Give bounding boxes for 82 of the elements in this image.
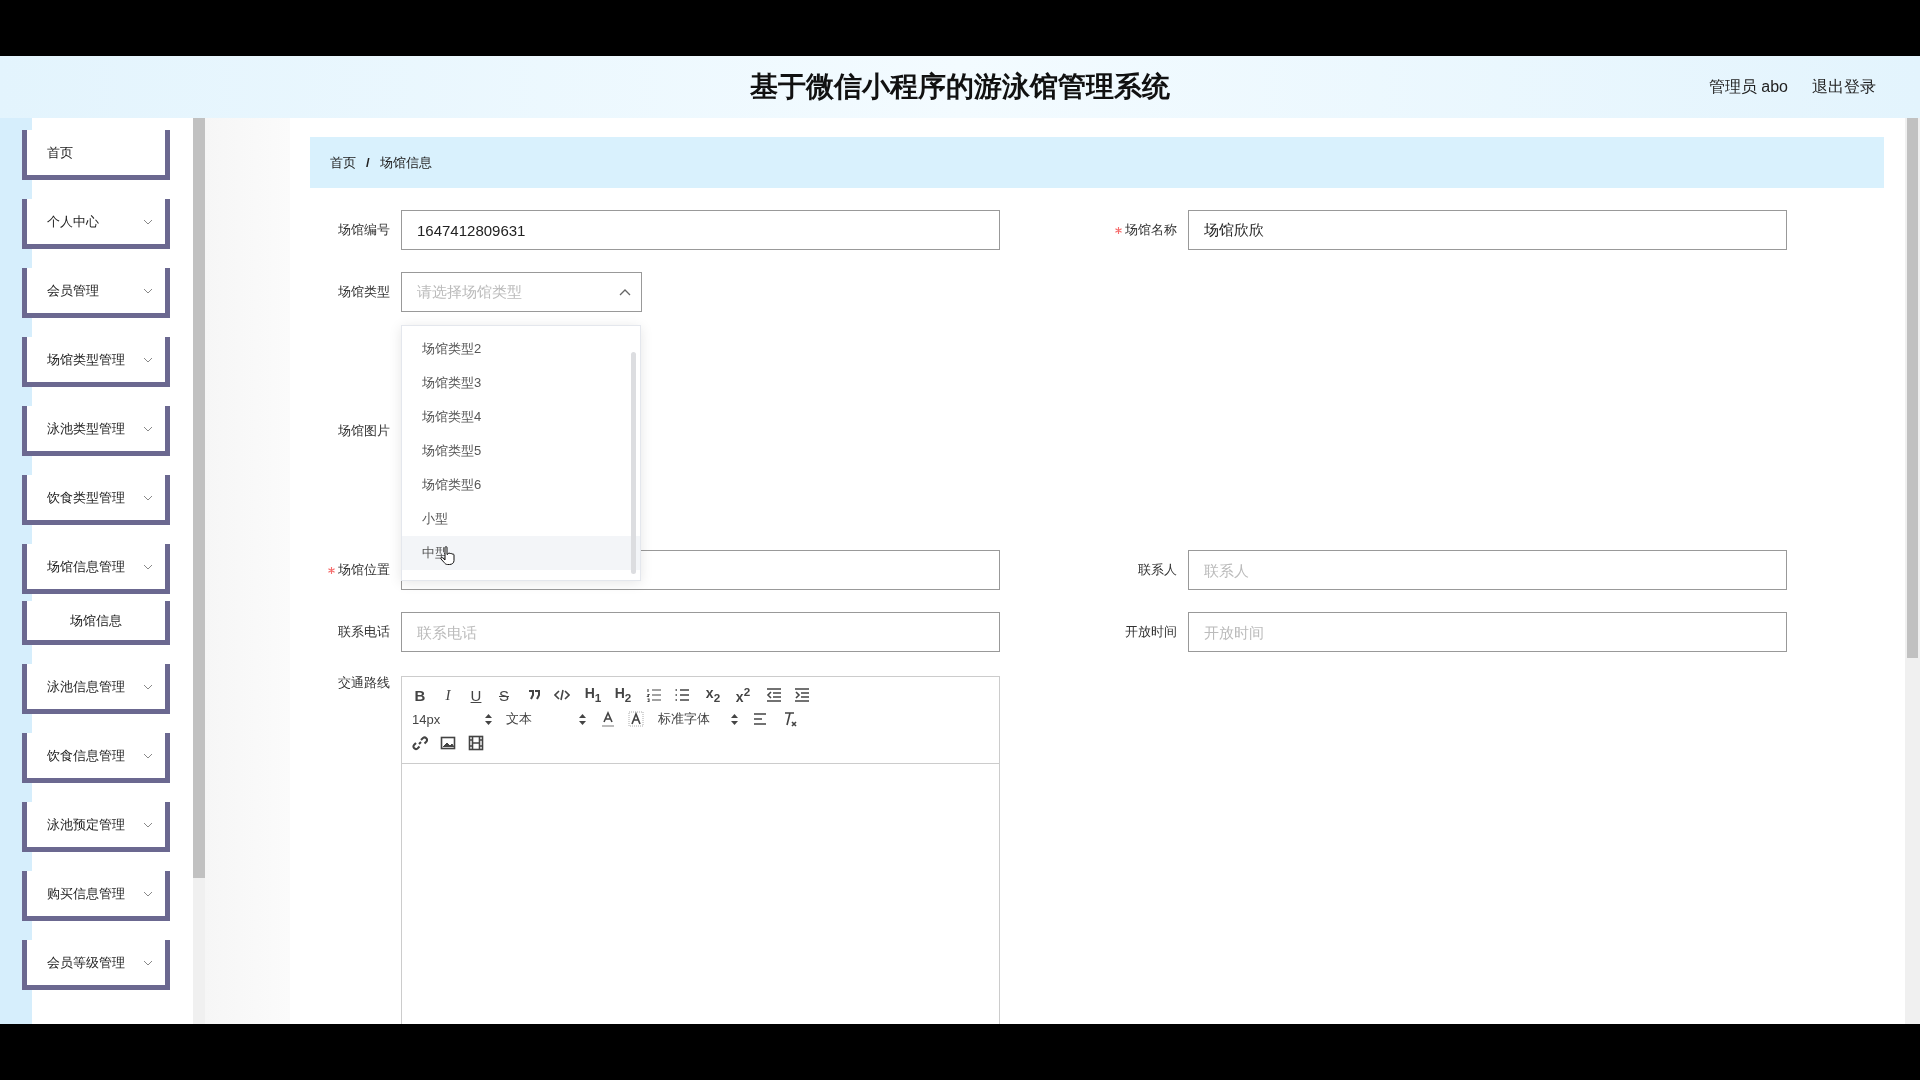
- menu-item[interactable]: 场馆信息管理: [22, 544, 170, 594]
- code-icon[interactable]: [554, 687, 570, 703]
- script-button[interactable]: x$_{2}$: [704, 686, 722, 704]
- chevron-down-icon: [143, 563, 153, 570]
- ordered-list-icon[interactable]: [646, 687, 662, 703]
- chevron-down-icon: [143, 425, 153, 432]
- format-picker[interactable]: 标准字体: [658, 710, 738, 728]
- text-field[interactable]: 联系电话: [401, 612, 1000, 652]
- field-label: 场馆名称: [1125, 221, 1177, 239]
- text-field[interactable]: 联系人: [1188, 550, 1787, 590]
- field-label: 场馆位置: [338, 561, 390, 579]
- breadcrumb-link[interactable]: 场馆信息: [379, 153, 432, 172]
- bold-button[interactable]: B: [412, 687, 428, 703]
- italic-button[interactable]: I: [440, 687, 456, 703]
- bullet-list-icon[interactable]: [674, 687, 690, 703]
- dropdown-option[interactable]: 场馆类型2: [402, 332, 640, 366]
- image-icon[interactable]: [440, 735, 456, 751]
- menu-item[interactable]: 会员等级管理: [22, 940, 170, 990]
- up-down-icon: [579, 713, 586, 725]
- field-label: 交通路线: [338, 674, 390, 692]
- menu-item[interactable]: 泳池信息管理: [22, 664, 170, 714]
- app-title: 基于微信小程序的游泳馆管理系统: [749, 70, 1171, 104]
- link-icon[interactable]: [412, 735, 428, 751]
- chevron-down-icon: [143, 752, 153, 759]
- chevron-down-icon: [143, 683, 153, 690]
- outdent-icon[interactable]: [766, 687, 782, 703]
- dropdown-option[interactable]: 场馆类型3: [402, 366, 640, 400]
- menu-item[interactable]: 个人中心: [22, 199, 170, 249]
- select-placeholder: 请选择场馆类型: [417, 282, 522, 302]
- strikethrough-button[interactable]: S: [496, 687, 512, 703]
- chevron-down-icon: [143, 821, 153, 828]
- menu-item[interactable]: 饮食信息管理: [22, 733, 170, 783]
- scrollbar[interactable]: [1905, 118, 1920, 1024]
- align-left-icon[interactable]: [752, 711, 768, 727]
- dropdown-option[interactable]: 小型: [402, 502, 640, 536]
- film-icon[interactable]: [468, 735, 484, 751]
- chevron-down-icon: [143, 494, 153, 501]
- menu-item[interactable]: 泳池预定管理: [22, 802, 170, 852]
- chevron-down-icon: [143, 356, 153, 363]
- format-picker[interactable]: 文本: [506, 710, 586, 728]
- up-down-icon: [731, 713, 738, 725]
- script-button[interactable]: x$^{2}$: [734, 686, 752, 704]
- chevron-up-icon: [619, 288, 631, 296]
- field-label: 场馆编号: [338, 221, 390, 239]
- menu-item[interactable]: 泳池类型管理: [22, 406, 170, 456]
- chevron-down-icon: [143, 287, 153, 294]
- underline-button[interactable]: U: [468, 687, 484, 703]
- menu-item[interactable]: 购买信息管理: [22, 871, 170, 921]
- chevron-down-icon: [143, 959, 153, 966]
- chevron-down-icon: [143, 218, 153, 225]
- field-label: 开放时间: [1125, 623, 1177, 641]
- up-down-icon: [485, 713, 492, 725]
- scrollbar[interactable]: [193, 118, 205, 1024]
- dropdown-option[interactable]: 场馆类型5: [402, 434, 640, 468]
- text-color-icon[interactable]: [600, 711, 616, 727]
- menu-item[interactable]: 首页: [22, 130, 170, 180]
- breadcrumb-link[interactable]: 首页: [330, 153, 356, 172]
- dropdown-option[interactable]: 场馆类型6: [402, 468, 640, 502]
- field-label: 场馆图片: [338, 422, 390, 440]
- format-picker[interactable]: 14px: [412, 711, 492, 727]
- breadcrumb-separator: /: [366, 155, 370, 170]
- submenu-item[interactable]: 场馆信息: [22, 601, 170, 645]
- chevron-down-icon: [143, 890, 153, 897]
- user-name: 管理员 abo: [1708, 76, 1788, 97]
- field-label: 场馆类型: [338, 283, 390, 301]
- menu-item[interactable]: 会员管理: [22, 268, 170, 318]
- text-field[interactable]: 1647412809631: [401, 210, 1000, 250]
- highlight-icon[interactable]: [628, 711, 644, 727]
- indent-icon[interactable]: [794, 687, 810, 703]
- heading-button[interactable]: H$_{2}$: [614, 686, 632, 704]
- field-label: 联系人: [1138, 561, 1177, 579]
- required-asterisk-icon: [328, 566, 335, 574]
- clear-format-icon[interactable]: [782, 711, 798, 727]
- menu-item[interactable]: 饮食类型管理: [22, 475, 170, 525]
- heading-button[interactable]: H$_{1}$: [584, 686, 602, 704]
- required-asterisk-icon: [1115, 226, 1122, 234]
- menu-item[interactable]: 场馆类型管理: [22, 337, 170, 387]
- text-field[interactable]: 开放时间: [1188, 612, 1787, 652]
- text-field[interactable]: 场馆欣欣: [1188, 210, 1787, 250]
- logout-link[interactable]: 退出登录: [1812, 76, 1876, 98]
- field-label: 联系电话: [338, 623, 390, 641]
- dropdown-option[interactable]: 场馆类型4: [402, 400, 640, 434]
